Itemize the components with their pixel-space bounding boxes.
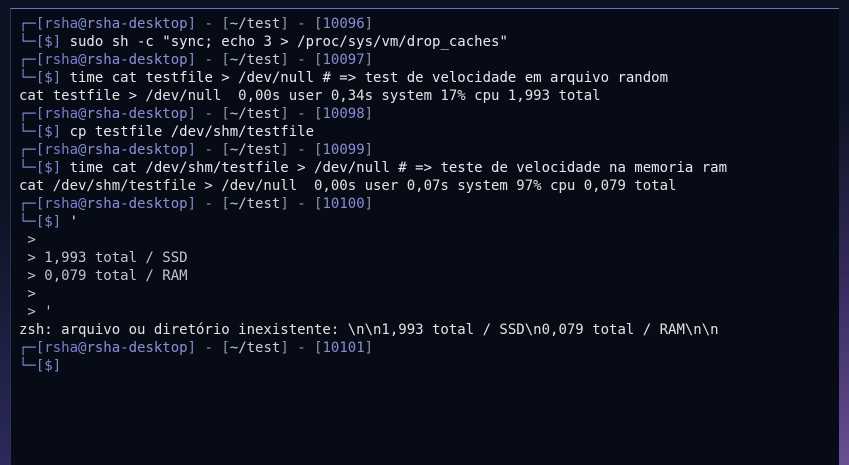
prompt-separator: ] [364, 52, 374, 68]
continuation-text: > ' [19, 304, 53, 320]
prompt-path: ~/test [229, 196, 281, 212]
history-number: 10101 [322, 340, 365, 356]
prompt-separator: ] - [ [280, 142, 323, 158]
prompt-separator: - [ [196, 340, 230, 356]
prompt-separator: ] [364, 142, 374, 158]
prompt-separator: ] - [ [280, 52, 323, 68]
prompt-symbol: └─[$] [19, 160, 70, 176]
prompt-host: rsha-desktop [86, 340, 188, 356]
history-number: 10096 [322, 16, 365, 32]
history-number: 10097 [322, 52, 365, 68]
command-text: time cat testfile > /dev/null # => test … [69, 70, 669, 86]
prompt-path: ~/test [229, 142, 281, 158]
prompt-user: rsha [44, 52, 79, 68]
prompt-separator: ] - [ [280, 106, 323, 122]
prompt-bracket: ] [187, 196, 197, 212]
prompt-host: rsha-desktop [86, 196, 188, 212]
prompt-user: rsha [44, 196, 79, 212]
prompt-path: ~/test [229, 106, 281, 122]
prompt-header-line: ┌─[rsha@rsha-desktop] - [~/test] - [1009… [19, 105, 835, 123]
prompt-header-line: ┌─[rsha@rsha-desktop] - [~/test] - [1010… [19, 195, 835, 213]
prompt-separator: ] [364, 106, 374, 122]
prompt-separator: ] [364, 16, 374, 32]
continuation-text: > [19, 286, 36, 302]
prompt-user: rsha [44, 16, 79, 32]
prompt-header-line: ┌─[rsha@rsha-desktop] - [~/test] - [1010… [19, 339, 835, 357]
prompt-bracket: ] [187, 16, 197, 32]
continuation-line: > ' [19, 303, 835, 321]
prompt-symbol: └─[$] [19, 214, 70, 230]
command-line: └─[$] time cat testfile > /dev/null # =>… [19, 69, 835, 87]
prompt-host: rsha-desktop [86, 16, 188, 32]
command-text: cp testfile /dev/shm/testfile [69, 124, 315, 140]
prompt-symbol: └─[$] [19, 358, 70, 374]
prompt-separator: ] [364, 340, 374, 356]
prompt-separator: - [ [196, 106, 230, 122]
prompt-separator: - [ [196, 142, 230, 158]
output-line: zsh: arquivo ou diretório inexistente: \… [19, 321, 835, 339]
prompt-bracket: ] [187, 142, 197, 158]
prompt-user: rsha [44, 340, 79, 356]
prompt-separator: ] - [ [280, 340, 323, 356]
command-text: time cat /dev/shm/testfile > /dev/null #… [69, 160, 728, 176]
prompt-bracket: ] [187, 106, 197, 122]
prompt-separator: ] - [ [280, 196, 323, 212]
prompt-path: ~/test [229, 340, 281, 356]
history-number: 10099 [322, 142, 365, 158]
prompt-host: rsha-desktop [86, 106, 188, 122]
prompt-separator: ] [364, 196, 374, 212]
prompt-bracket: ┌─[ [19, 52, 45, 68]
prompt-path: ~/test [229, 52, 281, 68]
terminal-window[interactable]: ┌─[rsha@rsha-desktop] - [~/test] - [1009… [10, 8, 839, 465]
prompt-host: rsha-desktop [86, 52, 188, 68]
history-number: 10098 [322, 106, 365, 122]
prompt-bracket: ] [187, 52, 197, 68]
continuation-text: > 1,993 total / SSD [19, 250, 188, 266]
command-line: └─[$] cp testfile /dev/shm/testfile [19, 123, 835, 141]
continuation-text: > [19, 232, 36, 248]
command-text: sudo sh -c "sync; echo 3 > /proc/sys/vm/… [69, 34, 508, 50]
command-text: ' [69, 214, 79, 230]
prompt-header-line: ┌─[rsha@rsha-desktop] - [~/test] - [1009… [19, 15, 835, 33]
prompt-bracket: ] [187, 340, 197, 356]
prompt-user: rsha [44, 142, 79, 158]
command-line: └─[$] ' [19, 213, 835, 231]
prompt-header-line: ┌─[rsha@rsha-desktop] - [~/test] - [1009… [19, 51, 835, 69]
prompt-symbol: └─[$] [19, 124, 70, 140]
continuation-line: > [19, 285, 835, 303]
prompt-bracket: ┌─[ [19, 106, 45, 122]
prompt-header-line: ┌─[rsha@rsha-desktop] - [~/test] - [1009… [19, 141, 835, 159]
prompt-bracket: ┌─[ [19, 16, 45, 32]
prompt-symbol: └─[$] [19, 70, 70, 86]
command-output: cat testfile > /dev/null 0,00s user 0,34… [19, 88, 601, 104]
prompt-symbol: └─[$] [19, 34, 70, 50]
continuation-line: > 1,993 total / SSD [19, 249, 835, 267]
command-line: └─[$] time cat /dev/shm/testfile > /dev/… [19, 159, 835, 177]
prompt-host: rsha-desktop [86, 142, 188, 158]
prompt-separator: - [ [196, 196, 230, 212]
command-output: zsh: arquivo ou diretório inexistente: \… [19, 322, 719, 338]
command-line: └─[$] [19, 357, 835, 375]
continuation-text: > 0,079 total / RAM [19, 268, 188, 284]
terminal-output[interactable]: ┌─[rsha@rsha-desktop] - [~/test] - [1009… [19, 15, 835, 375]
command-line: └─[$] sudo sh -c "sync; echo 3 > /proc/s… [19, 33, 835, 51]
command-output: cat /dev/shm/testfile > /dev/null 0,00s … [19, 178, 677, 194]
prompt-user: rsha [44, 106, 79, 122]
continuation-line: > 0,079 total / RAM [19, 267, 835, 285]
prompt-separator: - [ [196, 16, 230, 32]
output-line: cat /dev/shm/testfile > /dev/null 0,00s … [19, 177, 835, 195]
prompt-separator: ] - [ [280, 16, 323, 32]
prompt-path: ~/test [229, 16, 281, 32]
history-number: 10100 [322, 196, 365, 212]
continuation-line: > [19, 231, 835, 249]
prompt-bracket: ┌─[ [19, 196, 45, 212]
output-line: cat testfile > /dev/null 0,00s user 0,34… [19, 87, 835, 105]
prompt-separator: - [ [196, 52, 230, 68]
prompt-bracket: ┌─[ [19, 142, 45, 158]
prompt-bracket: ┌─[ [19, 340, 45, 356]
